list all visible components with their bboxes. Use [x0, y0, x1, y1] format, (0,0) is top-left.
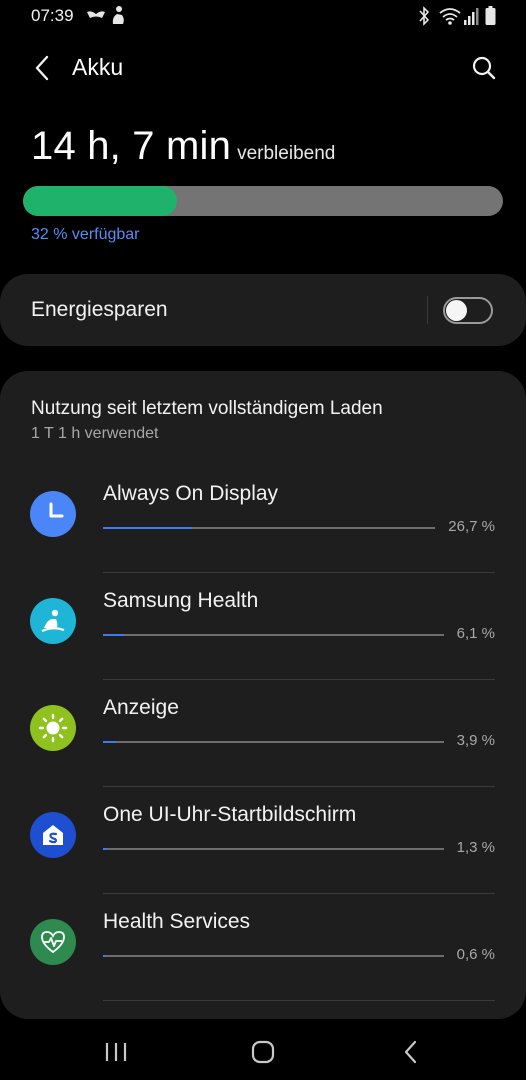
app-usage-row[interactable]: Health Services 0,6 % [0, 894, 526, 1001]
navigation-bar [0, 1022, 526, 1080]
app-usage-fill [103, 848, 108, 850]
recent-apps-button[interactable] [94, 1032, 138, 1072]
app-usage-row[interactable]: Always On Display 26,7 % [0, 466, 526, 573]
one-ui-watch-home-icon [30, 812, 76, 858]
app-usage-track [103, 527, 435, 529]
status-time: 07:39 [31, 6, 74, 25]
power-saving-card[interactable]: Energiesparen [0, 274, 526, 346]
home-icon [251, 1040, 275, 1064]
remaining-time-label: verbleibend [237, 143, 336, 164]
usage-title: Nutzung seit letztem vollständigem Laden [31, 398, 383, 419]
search-button[interactable] [466, 50, 502, 86]
samsung-health-icon [30, 598, 76, 644]
search-icon [472, 56, 496, 80]
app-usage-percent: 6,1 % [456, 625, 495, 642]
app-usage-track [103, 955, 444, 957]
toggle-knob [446, 300, 467, 321]
signal-icon [464, 8, 479, 25]
person-notif-icon [112, 6, 124, 24]
app-usage-track [103, 634, 444, 636]
usage-card: Nutzung seit letztem vollständigem Laden… [0, 371, 526, 1019]
health-services-icon [30, 919, 76, 965]
app-usage-fill [103, 955, 106, 957]
samsung-health-notif-icon [87, 11, 105, 18]
app-name: Health Services [103, 910, 251, 933]
clock-icon [30, 491, 76, 537]
app-usage-fill [103, 527, 192, 529]
home-button[interactable] [241, 1032, 285, 1072]
app-name: One UI-Uhr-Startbildschirm [103, 803, 357, 826]
app-name: Samsung Health [103, 589, 259, 612]
app-usage-percent: 26,7 % [448, 518, 495, 535]
battery-icon [485, 6, 496, 25]
app-usage-track [103, 741, 444, 743]
page-title: Akku [72, 54, 124, 80]
app-usage-fill [103, 741, 117, 743]
remaining-time-value: 14 h, 7 min [31, 124, 232, 168]
app-bar: Akku [0, 40, 526, 96]
power-saving-label: Energiesparen [31, 298, 168, 321]
nav-back-button[interactable] [388, 1032, 432, 1072]
app-usage-percent: 0,6 % [456, 946, 495, 963]
battery-level-fill [23, 186, 177, 216]
power-saving-toggle[interactable] [443, 297, 493, 324]
back-arrow-icon [35, 55, 49, 81]
app-usage-row[interactable]: Anzeige 3,9 % [0, 680, 526, 787]
back-icon [404, 1040, 417, 1064]
row-divider [103, 1000, 495, 1001]
wifi-icon [439, 8, 461, 25]
brightness-icon [30, 705, 76, 751]
battery-level-bar [23, 186, 503, 216]
bluetooth-icon [419, 6, 430, 26]
battery-available-text: 32 % verfügbar [31, 226, 140, 243]
card-divider [427, 296, 428, 324]
app-usage-percent: 1,3 % [456, 839, 495, 856]
app-usage-row[interactable]: One UI-Uhr-Startbildschirm 1,3 % [0, 787, 526, 894]
remaining-time: 14 h, 7 min verbleibend [31, 124, 335, 169]
status-bar: 07:39 [0, 0, 526, 34]
usage-subtitle: 1 T 1 h verwendet [31, 425, 159, 442]
app-usage-row[interactable]: Samsung Health 6,1 % [0, 573, 526, 680]
app-name: Anzeige [103, 696, 179, 719]
back-button[interactable] [24, 50, 60, 86]
app-name: Always On Display [103, 482, 279, 505]
recent-apps-icon [105, 1043, 127, 1061]
app-usage-track [103, 848, 444, 850]
app-usage-percent: 3,9 % [456, 732, 495, 749]
app-usage-fill [103, 634, 124, 636]
